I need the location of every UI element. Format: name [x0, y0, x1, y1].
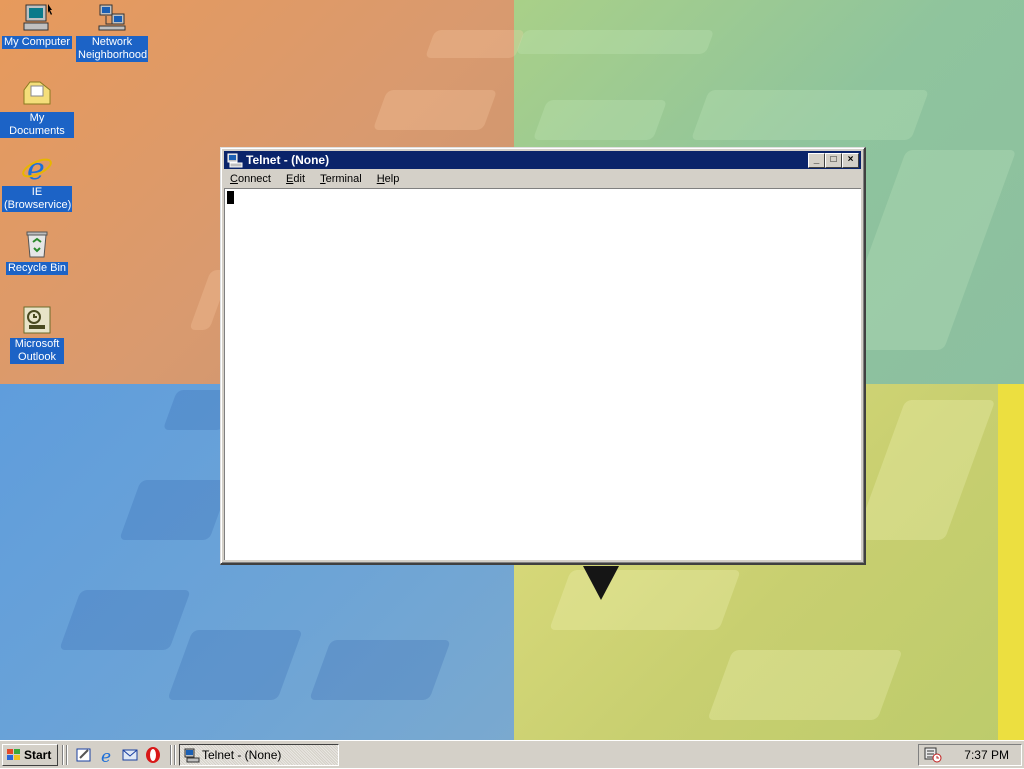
wallpaper-tile [309, 640, 451, 700]
start-label: Start [24, 748, 52, 762]
icon-label: Network Neighborhood [76, 36, 148, 62]
wallpaper-tile [532, 100, 668, 140]
desktop-icon-recycle-bin[interactable]: Recycle Bin [0, 228, 74, 275]
wallpaper-tile [707, 650, 903, 720]
desktop-icon-ie-browservice[interactable]: e IE (Browservice) [0, 152, 74, 212]
maximize-button[interactable]: □ [825, 153, 842, 168]
outlook-icon [21, 304, 53, 336]
telnet-app-icon [184, 747, 200, 763]
computer-icon [21, 2, 53, 34]
network-icon [96, 2, 128, 34]
desktop-icon-network-neighborhood[interactable]: Network Neighborhood [75, 2, 149, 62]
taskbar: Start e Telnet - (None) 7:37 PM [0, 740, 1024, 768]
window-title: Telnet - (None) [246, 153, 330, 167]
task-button-telnet[interactable]: Telnet - (None) [179, 744, 339, 766]
start-button[interactable]: Start [2, 744, 58, 766]
wallpaper-edge [998, 384, 1024, 740]
taskbar-separator [62, 745, 64, 765]
outlook-express-icon[interactable] [121, 746, 139, 764]
clock[interactable]: 7:37 PM [964, 745, 1009, 765]
close-button[interactable]: × [842, 153, 859, 168]
svg-text:e: e [101, 747, 111, 764]
telnet-app-icon [227, 152, 243, 168]
taskbar-separator [170, 745, 172, 765]
icon-label: IE (Browservice) [2, 186, 72, 212]
opera-icon[interactable] [144, 746, 162, 764]
wallpaper-shadow [583, 566, 619, 600]
wallpaper-tile [372, 90, 498, 130]
icon-label: My Documents [0, 112, 74, 138]
menu-help[interactable]: Help [371, 171, 406, 187]
task-button-label: Telnet - (None) [202, 748, 282, 762]
desktop-icon-my-documents[interactable]: My Documents [0, 78, 74, 138]
title-bar[interactable]: Telnet - (None) _ □ × [224, 151, 861, 169]
menu-edit[interactable]: Edit [280, 171, 311, 187]
desktop: My Computer Network Neighborhood My Docu… [0, 0, 1024, 740]
wallpaper-tile [690, 90, 930, 140]
telnet-window[interactable]: Telnet - (None) _ □ × Connect Edit Termi… [220, 147, 866, 565]
wallpaper-tile [515, 30, 715, 54]
scheduler-icon[interactable] [924, 747, 942, 763]
icon-label: My Computer [1, 36, 73, 49]
menu-bar: Connect Edit Terminal Help [224, 170, 861, 188]
internet-explorer-icon[interactable]: e [98, 746, 116, 767]
text-cursor [227, 191, 234, 204]
minimize-button[interactable]: _ [808, 153, 825, 168]
windows-logo-icon [6, 748, 22, 762]
show-desktop-icon[interactable] [75, 746, 93, 764]
desktop-icon-microsoft-outlook[interactable]: Microsoft Outlook [0, 304, 74, 364]
minimize-icon: _ [813, 154, 820, 165]
svg-text:e: e [27, 152, 45, 184]
close-icon: × [847, 154, 854, 165]
terminal-area[interactable] [224, 188, 861, 560]
recycle-bin-icon [21, 228, 53, 260]
wallpaper-tile [424, 30, 526, 58]
menu-terminal[interactable]: Terminal [314, 171, 368, 187]
taskbar-separator [174, 745, 176, 765]
maximize-icon: □ [830, 154, 837, 165]
taskbar-separator [66, 745, 68, 765]
wallpaper-tile [59, 590, 191, 650]
desktop-icon-my-computer[interactable]: My Computer [0, 2, 74, 49]
system-tray: 7:37 PM [918, 744, 1022, 766]
icon-label: Microsoft Outlook [10, 338, 64, 364]
internet-explorer-icon: e [21, 152, 53, 187]
wallpaper-tile [549, 570, 741, 630]
icon-label: Recycle Bin [5, 262, 69, 275]
folder-icon [21, 78, 53, 110]
menu-connect[interactable]: Connect [224, 171, 277, 187]
